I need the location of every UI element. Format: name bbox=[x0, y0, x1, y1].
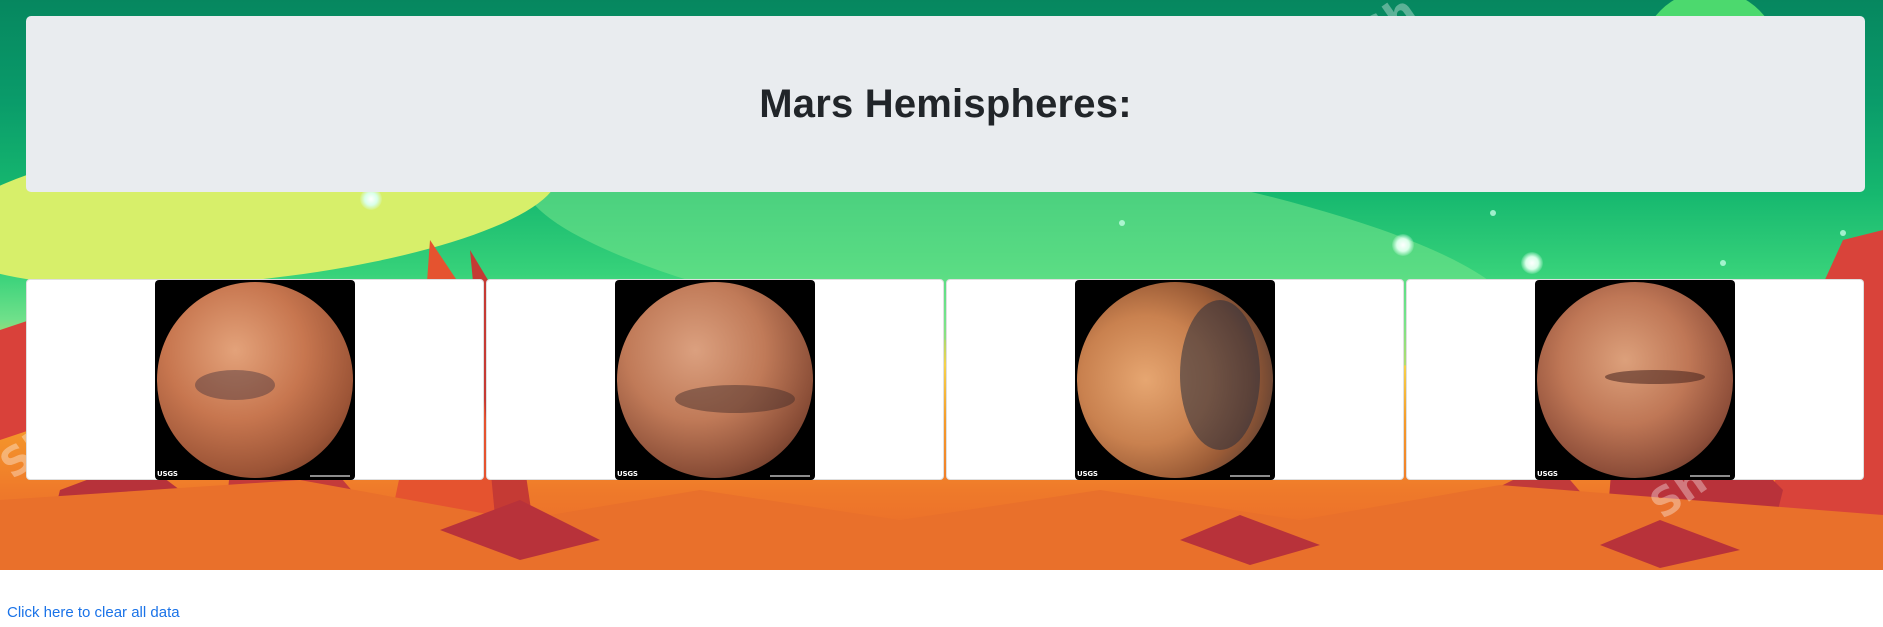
dark-region bbox=[675, 384, 795, 413]
hemisphere-card[interactable]: USGS bbox=[26, 279, 484, 480]
valles-marineris bbox=[1605, 369, 1705, 384]
image-caption bbox=[1690, 474, 1730, 477]
usgs-logo: USGS bbox=[1537, 469, 1558, 478]
hemisphere-cards: USGS USGS USGS USGS bbox=[26, 279, 1865, 480]
star bbox=[1490, 210, 1496, 216]
star-glow bbox=[1392, 234, 1414, 256]
jumbotron: Mars Hemispheres: bbox=[26, 16, 1865, 192]
hemisphere-image[interactable]: USGS bbox=[1075, 279, 1275, 480]
hemisphere-image[interactable]: USGS bbox=[615, 279, 815, 480]
usgs-logo: USGS bbox=[1077, 469, 1098, 478]
usgs-logo: USGS bbox=[157, 469, 178, 478]
hemisphere-image[interactable]: USGS bbox=[1535, 279, 1735, 480]
image-caption bbox=[770, 474, 810, 477]
mars-planet bbox=[617, 281, 813, 478]
usgs-logo: USGS bbox=[617, 469, 638, 478]
dark-region bbox=[195, 369, 275, 400]
clear-data-link[interactable]: Click here to clear all data bbox=[7, 604, 180, 621]
hemisphere-image[interactable]: USGS bbox=[155, 279, 355, 480]
page-title: Mars Hemispheres: bbox=[759, 81, 1132, 126]
star bbox=[1119, 220, 1125, 226]
image-caption bbox=[310, 474, 350, 477]
hemisphere-card[interactable]: USGS bbox=[946, 279, 1404, 480]
image-caption bbox=[1230, 474, 1270, 477]
dark-region bbox=[1180, 299, 1260, 450]
hemisphere-card[interactable]: USGS bbox=[486, 279, 944, 480]
hemisphere-card[interactable]: USGS bbox=[1406, 279, 1864, 480]
